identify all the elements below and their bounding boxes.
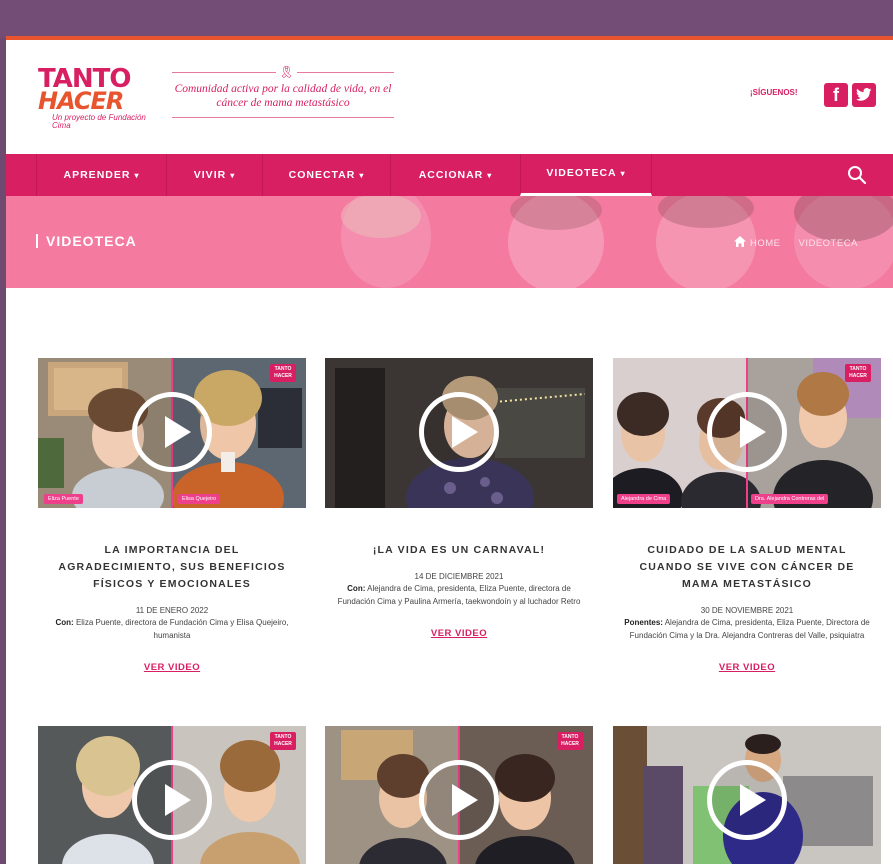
chevron-down-icon: ▾	[134, 171, 140, 180]
video-card: TANTO HACER Eliza Puente Elisa Quejeiro …	[38, 358, 306, 673]
site-logo[interactable]: TANTO HACER Un proyecto de Fundación Cim…	[38, 66, 148, 130]
nav-label: VIVIR	[193, 169, 227, 181]
nav-label: VIDEOTECA	[546, 167, 617, 179]
page: TANTO HACER Un proyecto de Fundación Cim…	[6, 36, 893, 864]
breadcrumb: HOME VIDEOTECA	[734, 236, 858, 249]
video-thumbnail[interactable]	[325, 358, 593, 508]
breadcrumb-home[interactable]: HOME	[750, 238, 781, 249]
desc-text: Alejandra de Cima, presidenta, Eliza Pue…	[337, 584, 581, 606]
tagline-box: 🎗 Comunidad activa por la calidad de vid…	[172, 65, 394, 118]
video-card: ¡LA VIDA ES UN CARNAVAL! 14 DE DICIEMBRE…	[325, 358, 593, 639]
desc-text: Alejandra de Cima, presidenta, Eliza Pue…	[629, 618, 870, 640]
tanto-hacer-badge: TANTO HACER	[557, 732, 583, 750]
watch-video-link[interactable]: VER VIDEO	[325, 628, 593, 639]
chevron-down-icon: ▾	[230, 171, 236, 180]
desc-label: Con:	[347, 584, 366, 593]
nav-label: CONECTAR	[288, 169, 356, 181]
twitter-icon[interactable]	[852, 83, 876, 107]
home-icon[interactable]	[734, 236, 746, 247]
desc-label: Ponentes:	[624, 618, 663, 627]
video-thumbnail[interactable]: TANTO HACER	[325, 726, 593, 864]
video-title[interactable]: ¡LA VIDA ES UN CARNAVAL!	[325, 542, 593, 559]
video-date: 11 DE ENERO 2022	[135, 606, 209, 615]
play-icon[interactable]	[707, 392, 787, 472]
video-title[interactable]: LA IMPORTANCIA DEL AGRADECIMIENTO, SUS B…	[38, 542, 306, 593]
video-thumbnail[interactable]: TANTO HACER	[38, 726, 306, 864]
video-thumbnail[interactable]	[613, 726, 881, 864]
logo-subtitle: Un proyecto de Fundación Cima	[52, 113, 146, 130]
desc-label: Con:	[55, 618, 74, 627]
video-title[interactable]: CUIDADO DE LA SALUD MENTAL CUANDO SE VIV…	[613, 542, 881, 593]
nav-item-accionar[interactable]: ACCIONAR ▾	[390, 154, 520, 196]
video-description: Ponentes: Alejandra de Cima, presidenta,…	[613, 617, 881, 642]
page-title: VIDEOTECA	[36, 234, 137, 248]
video-card: TANTO HACER	[325, 726, 593, 864]
pink-ribbon-icon: 🎗	[276, 65, 298, 79]
chevron-down-icon: ▾	[487, 171, 493, 180]
search-icon[interactable]	[846, 164, 868, 186]
play-icon[interactable]	[419, 392, 499, 472]
logo-line2: HACER	[38, 87, 124, 115]
video-card: TANTO HACER	[38, 726, 306, 864]
watch-video-link[interactable]: VER VIDEO	[38, 662, 306, 673]
chevron-down-icon: ▾	[620, 169, 626, 178]
play-icon[interactable]	[707, 760, 787, 840]
video-card: TANTO HACER Alejandra de Cima Dra. Aleja…	[613, 358, 881, 673]
video-description: Con: Alejandra de Cima, presidenta, Eliz…	[325, 583, 593, 608]
video-description: Con: Eliza Puente, directora de Fundació…	[38, 617, 306, 642]
name-tag: Alejandra de Cima	[617, 494, 671, 504]
video-thumbnail[interactable]: TANTO HACER Eliza Puente Elisa Quejeiro	[38, 358, 306, 508]
watch-video-link[interactable]: VER VIDEO	[613, 662, 881, 673]
nav-item-vivir[interactable]: VIVIR ▾	[166, 154, 262, 196]
video-date: 14 DE DICIEMBRE 2021	[414, 572, 504, 581]
name-tag: Eliza Puente	[44, 494, 83, 504]
video-date: 30 DE NOVIEMBRE 2021	[700, 606, 794, 615]
main-nav: APRENDER ▾ VIVIR ▾ CONECTAR ▾ ACCIONAR ▾ VID…	[6, 154, 893, 196]
breadcrumb-current: VIDEOTECA	[798, 238, 858, 249]
desc-text: Eliza Puente, directora de Fundación Cim…	[75, 618, 289, 640]
tanto-hacer-badge: TANTO HACER	[845, 364, 871, 382]
nav-label: ACCIONAR	[418, 169, 484, 181]
nav-item-aprender[interactable]: APRENDER ▾	[36, 154, 166, 196]
nav-item-videoteca[interactable]: VIDEOTECA ▾	[520, 154, 652, 196]
chevron-down-icon: ▾	[359, 171, 365, 180]
nav-label: APRENDER	[63, 169, 131, 181]
video-card	[613, 726, 881, 864]
twitter-bird-icon	[856, 88, 872, 101]
follow-label: ¡SÍGUENOS!	[750, 88, 798, 97]
nav-item-conectar[interactable]: CONECTAR ▾	[262, 154, 390, 196]
video-thumbnail[interactable]: TANTO HACER Alejandra de Cima Dra. Aleja…	[613, 358, 881, 508]
name-tag: Elisa Quejeiro	[178, 494, 221, 504]
facebook-icon[interactable]: f	[824, 83, 848, 107]
page-hero: VIDEOTECA HOME VIDEOTECA	[6, 196, 893, 288]
tanto-hacer-badge: TANTO HACER	[270, 732, 296, 750]
play-icon[interactable]	[419, 760, 499, 840]
play-icon[interactable]	[132, 760, 212, 840]
browser-top-band	[0, 0, 893, 38]
tanto-hacer-badge: TANTO HACER	[270, 364, 296, 382]
site-header: TANTO HACER Un proyecto de Fundación Cim…	[6, 40, 893, 158]
play-icon[interactable]	[132, 392, 212, 472]
name-tag: Dra. Alejandra Contreras del	[751, 494, 829, 504]
